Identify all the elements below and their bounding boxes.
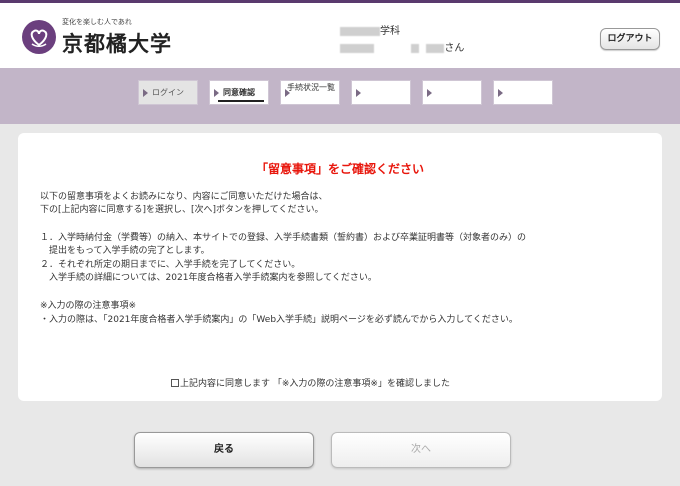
redacted-text [340,43,374,53]
agree-checkbox[interactable] [171,379,179,387]
header: 変化を楽しむ人であれ 京都橘大学 学科 さん ログアウト [0,0,680,68]
step-login: ログイン [138,80,198,105]
intro-line-1: 以下の留意事項をよくお読みになり、内容にご同意いただけた場合は、 [40,192,328,202]
caution-heading: ※入力の際の注意事項※ [40,301,137,311]
user-suffix: さん [444,43,465,54]
step-6 [493,80,553,105]
university-logo[interactable]: 変化を楽しむ人であれ 京都橘大学 [22,14,172,58]
step-consent: 同意確認 [209,80,269,105]
redacted-text [411,43,420,53]
item1-line-1: １．入学時納付金（学費等）の納入、本サイトでの登録、入学手続書類（誓約書）および… [40,233,527,243]
step-arrow-icon [427,89,432,97]
next-button[interactable]: 次へ [331,432,511,468]
redacted-text [340,26,380,36]
back-button[interactable]: 戻る [134,432,314,468]
university-name: 京都橘大学 [62,31,172,56]
redacted-text [426,43,445,53]
agree-checkbox-label[interactable]: 上記内容に同意します 「※入力の際の注意事項※」を確認しました [171,376,450,389]
step-arrow-icon [285,89,290,97]
intro-line-2: 下の[上記内容に同意する]を選択し、[次へ]ボタンを押してください。 [40,205,324,215]
department-label: 学科 [340,22,400,37]
progress-steps: ログイン 同意確認 手続状況一覧 [0,68,680,124]
step-arrow-icon [143,89,148,97]
step-procedure-list: 手続状況一覧 [280,80,340,105]
step-arrow-icon [214,89,219,97]
user-name-label: さん [340,39,464,54]
notice-title: 「留意事項」をご確認ください [255,162,424,176]
item2-line-1: ２．それぞれ所定の期日までに、入学手続を完了してください。 [40,260,301,270]
agree-label-text: 上記内容に同意します 「※入力の際の注意事項※」を確認しました [180,379,450,389]
item1-line-2: 提出をもって入学手続の完了とします。 [40,246,210,256]
step-4 [351,80,411,105]
current-step-underline [218,100,264,102]
logo-tagline: 変化を楽しむ人であれ [62,18,132,26]
notice-panel: 「留意事項」をご確認ください 以下の留意事項をよくお読みになり、内容にご同意いた… [18,133,662,401]
logout-button[interactable]: ログアウト [600,28,660,50]
caution-text: ・入力の際は、「2021年度合格者入学手続案内」の「Web入学手続」説明ページを… [40,315,518,325]
logo-emblem-icon [22,20,56,54]
step-arrow-icon [498,89,503,97]
step-5 [422,80,482,105]
item2-line-2: 入学手続の詳細については、2021年度合格者入学手続案内を参照してください。 [40,273,377,283]
step-arrow-icon [356,89,361,97]
department-suffix: 学科 [380,26,400,37]
